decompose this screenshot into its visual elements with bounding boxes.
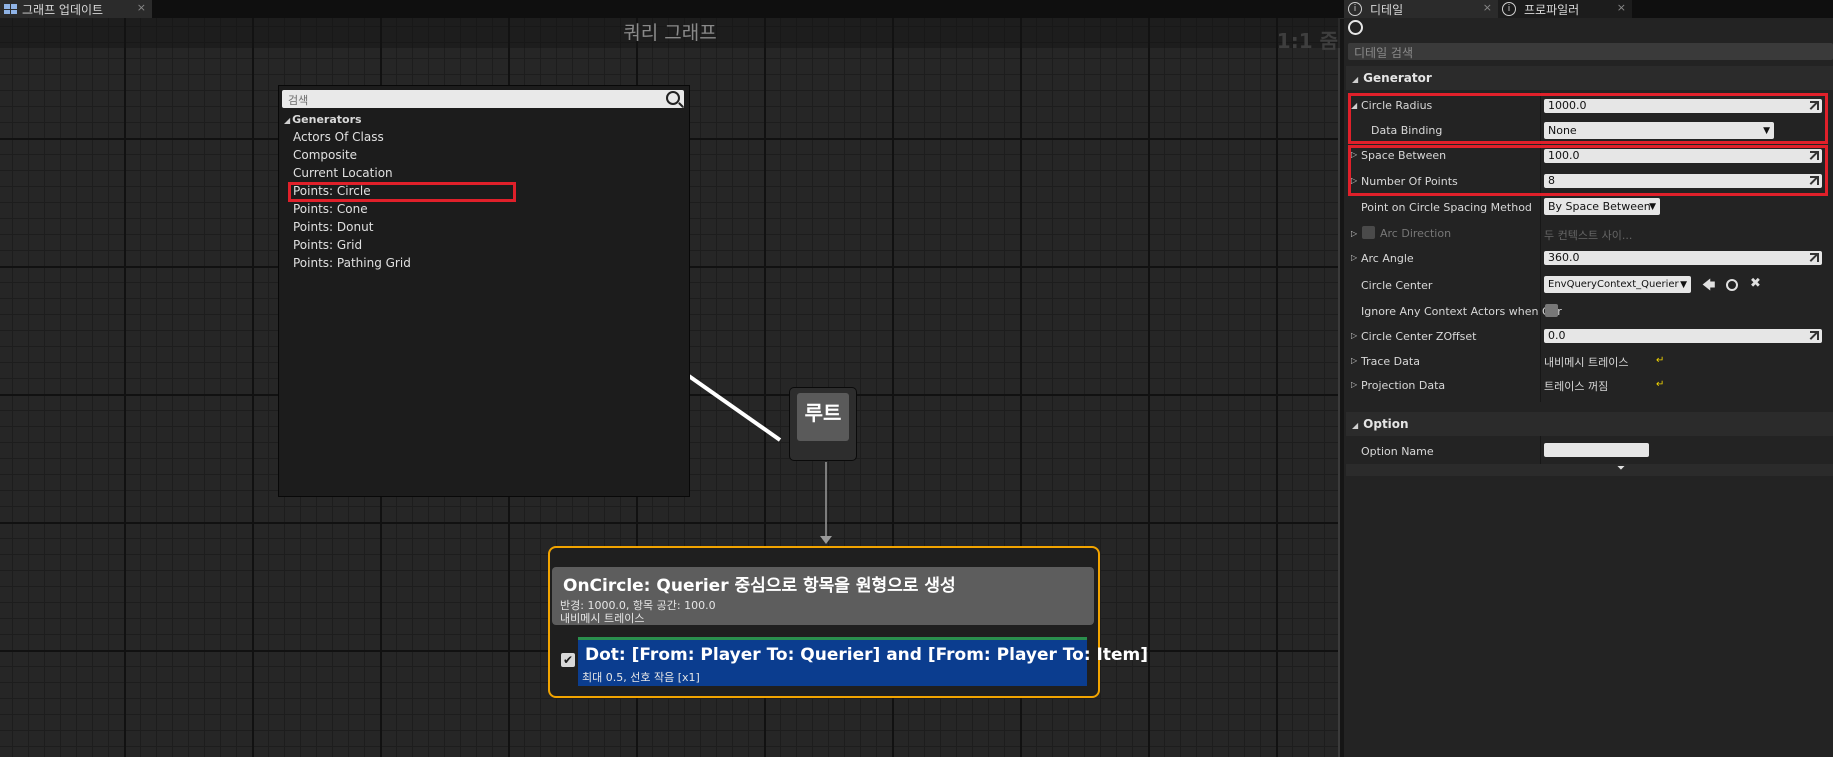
info-icon: i: [1502, 2, 1516, 16]
category-generator[interactable]: ◢ Generator: [1346, 66, 1833, 90]
dot-test-title: Dot: [From: Player To: Querier] and [Fro…: [585, 645, 1149, 665]
expand-triangle-icon[interactable]: ▷: [1351, 356, 1357, 365]
circle-center-zoffset-value: 0.0: [1548, 329, 1566, 342]
column-divider: [1540, 436, 1541, 464]
popup-item-points-donut[interactable]: Points: Donut: [293, 220, 373, 234]
circle-center-zoffset-field[interactable]: 0.0: [1544, 329, 1822, 343]
lock-circle-icon[interactable]: [1348, 20, 1363, 35]
generator-node-title: OnCircle: Querier 중심으로 항목을 원형으로 생성: [563, 576, 956, 596]
expand-arrow-icon: [1810, 253, 1819, 262]
generator-node-detail-2: 내비메시 트레이스: [560, 612, 645, 625]
root-node-label: 루트: [797, 393, 849, 441]
category-option[interactable]: ◢ Option: [1346, 412, 1833, 436]
advanced-expander[interactable]: [1346, 464, 1833, 476]
expand-triangle-icon[interactable]: ▷: [1351, 380, 1357, 389]
tab-profiler[interactable]: i 프로파일러 ×: [1498, 0, 1632, 18]
details-search-placeholder: 디테일 검색: [1354, 46, 1414, 60]
test-enabled-checkbox[interactable]: ✔: [561, 653, 575, 667]
arrow-left-icon[interactable]: 🡄: [1702, 276, 1715, 298]
arc-direction-checkbox[interactable]: [1362, 226, 1375, 239]
highlight-space-and-points: [1348, 145, 1828, 196]
popup-item-composite[interactable]: Composite: [293, 148, 357, 162]
chevron-down-icon: ▼: [1680, 277, 1687, 293]
tab-details-label: 디테일: [1370, 2, 1404, 17]
category-generator-label: Generator: [1363, 71, 1432, 85]
trace-data-label: Trace Data: [1361, 355, 1420, 368]
link-arrow-icon: [820, 536, 832, 544]
expand-triangle-icon[interactable]: ▷: [1351, 253, 1357, 262]
clear-x-icon[interactable]: ✖: [1750, 276, 1761, 291]
projection-data-label: Projection Data: [1361, 379, 1446, 392]
dot-test-detail: 최대 0.5, 선호 작음 [x1]: [582, 671, 700, 684]
circle-center-dropdown[interactable]: EnvQueryContext_Querier ▼: [1544, 276, 1691, 293]
search-icon[interactable]: [666, 91, 680, 105]
ignore-context-label: Ignore Any Context Actors when Ger: [1361, 305, 1562, 318]
arc-angle-label: Arc Angle: [1361, 252, 1414, 265]
browse-search-icon[interactable]: [1726, 279, 1738, 291]
arc-direction-value: 두 컨텍스트 사이...: [1544, 229, 1633, 242]
reset-arrow-icon[interactable]: ↵: [1656, 379, 1664, 390]
expand-triangle-icon[interactable]: ▷: [1351, 331, 1357, 340]
popup-search-input[interactable]: 검색: [282, 90, 684, 108]
details-search-input[interactable]: 디테일 검색: [1348, 43, 1833, 60]
close-icon[interactable]: ×: [1617, 1, 1626, 14]
ignore-context-checkbox[interactable]: [1545, 304, 1558, 317]
arc-direction-label: Arc Direction: [1380, 227, 1452, 240]
reset-arrow-icon[interactable]: ↵: [1656, 355, 1664, 366]
trace-data-value: 내비메시 트레이스: [1544, 356, 1629, 369]
expand-triangle-icon: ◢: [1352, 421, 1359, 430]
arc-angle-field[interactable]: 360.0: [1544, 251, 1822, 265]
highlight-points-circle: [288, 182, 516, 202]
info-icon: i: [1348, 2, 1362, 16]
circle-center-zoffset-label: Circle Center ZOffset: [1361, 330, 1477, 343]
expand-arrow-icon: [1810, 331, 1819, 340]
drag-wire: [684, 372, 782, 442]
spacing-method-label: Point on Circle Spacing Method: [1361, 201, 1532, 214]
option-name-label: Option Name: [1361, 445, 1434, 458]
popup-item-current-location[interactable]: Current Location: [293, 166, 393, 180]
expand-triangle-icon: ◢: [1352, 75, 1359, 84]
arc-angle-value: 360.0: [1548, 251, 1580, 264]
projection-data-value: 트레이스 꺼짐: [1544, 380, 1609, 393]
spacing-method-dropdown[interactable]: By Space Between ▼: [1544, 198, 1660, 215]
circle-center-label: Circle Center: [1361, 279, 1433, 292]
close-icon[interactable]: ×: [1483, 1, 1492, 14]
spacing-method-value: By Space Between: [1548, 200, 1651, 213]
popup-item-actors-of-class[interactable]: Actors Of Class: [293, 130, 384, 144]
generator-picker-popup: [278, 85, 690, 497]
highlight-circle-radius: [1348, 93, 1828, 144]
popup-item-points-pathing-grid[interactable]: Points: Pathing Grid: [293, 256, 411, 270]
expand-triangle-icon: ◢: [284, 116, 291, 125]
circle-center-value: EnvQueryContext_Querier: [1548, 279, 1679, 290]
popup-item-points-cone[interactable]: Points: Cone: [293, 202, 368, 216]
popup-group-label: Generators: [292, 113, 362, 126]
popup-search-placeholder: 검색: [288, 94, 309, 107]
popup-group-generators[interactable]: ◢ Generators: [284, 113, 362, 126]
option-name-field[interactable]: [1544, 443, 1649, 457]
category-option-label: Option: [1363, 417, 1409, 431]
chevron-down-icon[interactable]: ⏷: [1617, 463, 1625, 474]
tab-profiler-label: 프로파일러: [1524, 2, 1580, 17]
chevron-down-icon: ▼: [1649, 202, 1656, 212]
tab-details[interactable]: i 디테일 ×: [1344, 0, 1498, 18]
expand-triangle-icon[interactable]: ▷: [1351, 229, 1357, 238]
popup-item-points-grid[interactable]: Points: Grid: [293, 238, 362, 252]
